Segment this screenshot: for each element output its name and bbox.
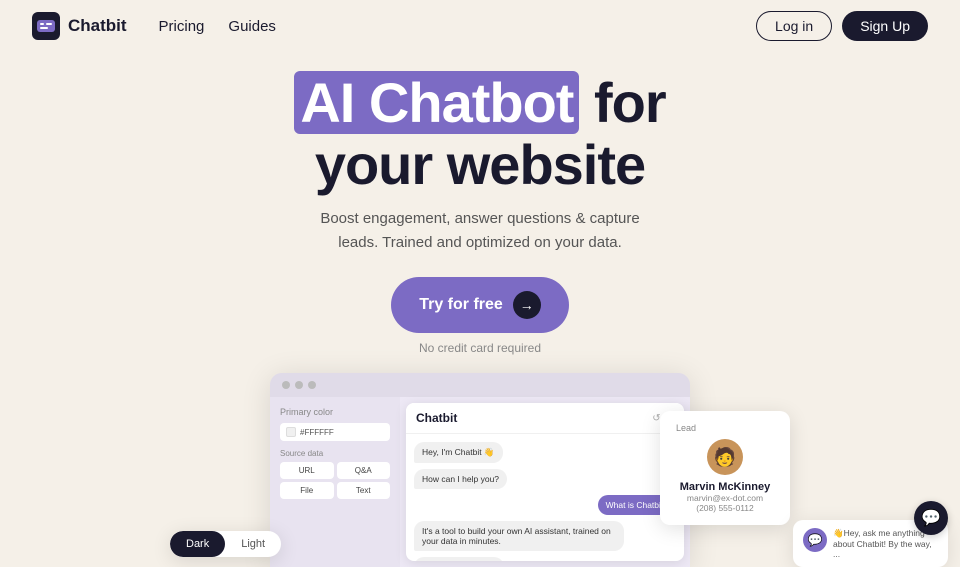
source-panel: Source data URL Q&A File Text bbox=[280, 449, 390, 499]
left-panel: Primary color #FFFFFF Source data URL Q&… bbox=[270, 397, 400, 567]
hero-section: AI Chatbot for your website Boost engage… bbox=[0, 52, 960, 355]
chat-body: Hey, I'm Chatbit 👋 How can I help you? W… bbox=[406, 434, 684, 561]
source-text: Text bbox=[337, 482, 391, 499]
chat-preview-icon: 💬 bbox=[803, 528, 827, 552]
hero-title-part2: for bbox=[594, 71, 666, 134]
source-url: URL bbox=[280, 462, 334, 479]
chat-msg-4: It's a tool to build your own AI assista… bbox=[414, 521, 624, 551]
nav-actions: Log in Sign Up bbox=[756, 11, 928, 41]
navbar: Chatbit Pricing Guides Log in Sign Up bbox=[0, 0, 960, 52]
signup-button[interactable]: Sign Up bbox=[842, 11, 928, 41]
logo-text: Chatbit bbox=[68, 16, 127, 36]
chat-msg-2: How can I help you? bbox=[414, 469, 507, 489]
browser-bar bbox=[270, 373, 690, 397]
hero-title-highlight: AI Chatbot bbox=[294, 71, 579, 134]
nav-link-pricing[interactable]: Pricing bbox=[159, 18, 205, 35]
browser-dot-1 bbox=[282, 381, 290, 389]
browser-content: Primary color #FFFFFF Source data URL Q&… bbox=[270, 397, 690, 567]
hero-subtitle: Boost engagement, answer questions & cap… bbox=[320, 207, 639, 255]
chat-widget-title: Chatbit bbox=[416, 411, 457, 425]
browser-dot-2 bbox=[295, 381, 303, 389]
chat-msg-1: Hey, I'm Chatbit 👋 bbox=[414, 442, 503, 463]
hero-title-line2: your website bbox=[315, 133, 645, 196]
chat-header: Chatbit ↺ ✕ bbox=[406, 403, 684, 434]
chat-msg-5: No coding required. bbox=[414, 557, 504, 561]
color-row: #FFFFFF bbox=[280, 423, 390, 441]
login-button[interactable]: Log in bbox=[756, 11, 832, 41]
nav-links: Pricing Guides bbox=[159, 18, 756, 35]
theme-dark-button[interactable]: Dark bbox=[170, 531, 225, 557]
lead-email: marvin@ex-dot.com bbox=[676, 493, 774, 503]
lead-name: Marvin McKinney bbox=[676, 481, 774, 493]
cta-button[interactable]: Try for free → bbox=[391, 277, 569, 333]
chat-widget: Chatbit ↺ ✕ Hey, I'm Chatbit 👋 How can I… bbox=[406, 403, 684, 561]
theme-light-button[interactable]: Light bbox=[225, 531, 281, 557]
color-swatch bbox=[286, 427, 296, 437]
source-qa: Q&A bbox=[337, 462, 391, 479]
lead-label: Lead bbox=[676, 423, 774, 433]
nav-link-guides[interactable]: Guides bbox=[228, 18, 276, 35]
lead-phone: (208) 555-0112 bbox=[676, 503, 774, 513]
browser-dot-3 bbox=[308, 381, 316, 389]
chat-fab-button[interactable]: 💬 bbox=[914, 501, 948, 535]
theme-toggle: Dark Light bbox=[170, 531, 281, 557]
color-value: #FFFFFF bbox=[300, 428, 334, 437]
source-label: Source data bbox=[280, 449, 390, 458]
hero-title: AI Chatbot for your website bbox=[294, 72, 665, 195]
primary-color-label: Primary color bbox=[280, 407, 390, 417]
demo-area: Primary color #FFFFFF Source data URL Q&… bbox=[0, 373, 960, 567]
browser-window: Primary color #FFFFFF Source data URL Q&… bbox=[270, 373, 690, 567]
lead-avatar: 🧑 bbox=[707, 439, 743, 475]
source-grid: URL Q&A File Text bbox=[280, 462, 390, 499]
no-credit-text: No credit card required bbox=[419, 341, 541, 355]
lead-card: Lead 🧑 Marvin McKinney marvin@ex-dot.com… bbox=[660, 411, 790, 525]
logo[interactable]: Chatbit bbox=[32, 12, 127, 40]
cta-label: Try for free bbox=[419, 296, 503, 314]
source-file: File bbox=[280, 482, 334, 499]
cta-arrow-icon: → bbox=[513, 291, 541, 319]
logo-icon bbox=[32, 12, 60, 40]
